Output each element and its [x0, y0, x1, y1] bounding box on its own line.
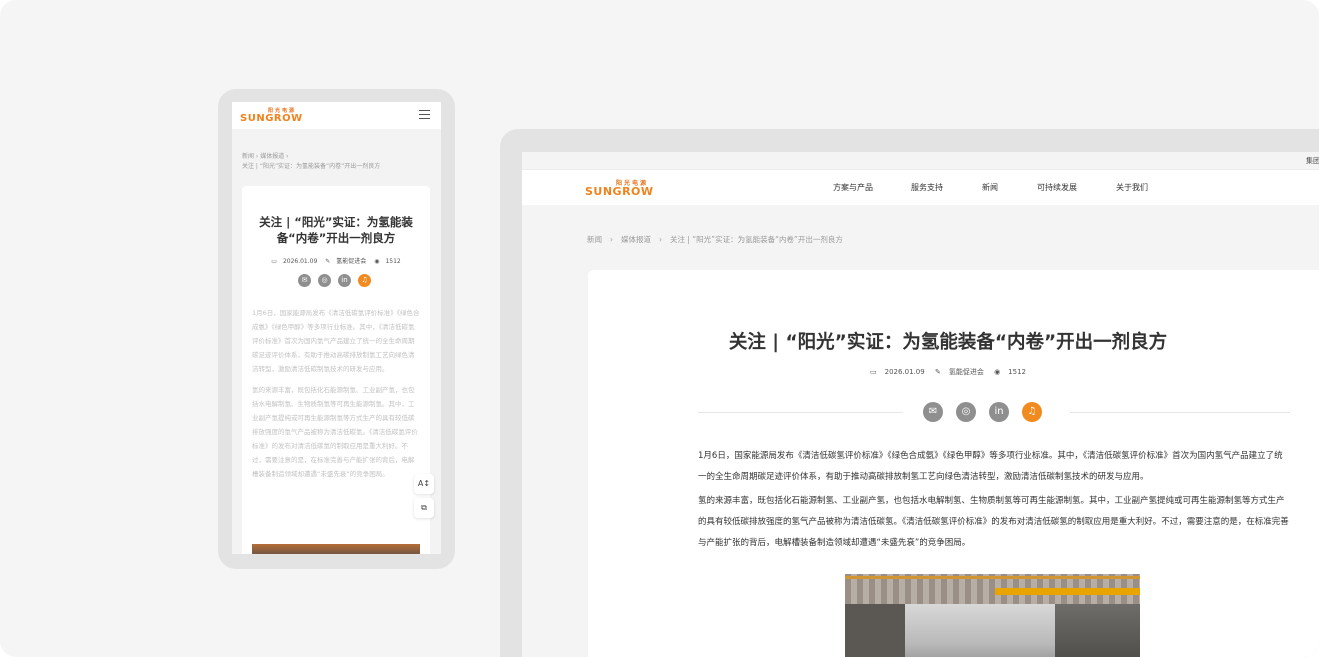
nav-news[interactable]: 新闻 [982, 182, 998, 193]
mobile-breadcrumb: 新闻 › 媒体报道 › 关注 | “阳光”实证：为氢能装备“内卷”开出一剂良方 [242, 152, 432, 172]
font-size-button[interactable]: A↕ [414, 474, 434, 494]
headphones-icon[interactable]: ♫ [1022, 402, 1042, 422]
eye-icon: ◉ [994, 368, 1001, 376]
linkedin-icon[interactable]: in [989, 402, 1009, 422]
share-divider-right [1070, 412, 1290, 413]
wechat-icon[interactable]: ✉ [923, 402, 943, 422]
share-divider-left [698, 412, 903, 413]
desktop-article-card: 关注 | “阳光”实证：为氢能装备“内卷”开出一剂良方 ▭ 2026.01.09 … [588, 270, 1319, 657]
article-views: 1512 [1008, 368, 1026, 376]
desktop-navbar: 阳光电源 SUNGROW 方案与产品 服务支持 新闻 可持续发展 关于我们 [522, 170, 1319, 205]
mobile-paragraph: 氢的来源丰富，既包括化石能源制氢、工业副产氢，也包括水电解制氢、生物质制氢等可再… [252, 386, 418, 478]
article-title: 关注 | “阳光”实证：为氢能装备“内卷”开出一剂良方 [728, 332, 1168, 353]
article-paragraph: 1月6日，国家能源局发布《清洁低碳氢评价标准》《绿色合成氨》《绿色甲醇》等多项行… [698, 451, 1283, 482]
mobile-breadcrumb-path[interactable]: 新闻 › 媒体报道 › [242, 153, 289, 160]
nav-solutions-products[interactable]: 方案与产品 [833, 182, 873, 193]
phone-screen: 阳光电源 SUNGROW 新闻 › 媒体报道 › 关注 | “阳光”实证：为氢能… [232, 102, 441, 554]
breadcrumb-separator: › [659, 235, 662, 244]
mobile-header: 阳光电源 SUNGROW [232, 102, 441, 129]
calendar-icon: ▭ [870, 368, 877, 376]
breadcrumb-media[interactable]: 媒体报道 [621, 235, 651, 244]
article-date: 2026.01.09 [884, 368, 925, 376]
mobile-share-bar: ✉ ◎ in ♫ [298, 274, 378, 288]
breadcrumb-news[interactable]: 新闻 [587, 235, 602, 244]
eye-icon: ◉ [374, 258, 380, 265]
mobile-article-card: 关注 | “阳光”实证：为氢能装备“内卷”开出一剂良方 ▭ 2026.01.09 … [242, 186, 430, 554]
linkedin-icon[interactable]: in [338, 274, 351, 287]
mobile-breadcrumb-current: 关注 | “阳光”实证：为氢能装备“内卷”开出一剂良方 [242, 163, 381, 170]
sungrow-logo[interactable]: 阳光电源 SUNGROW [240, 107, 310, 125]
article-image-electrolyzer [845, 574, 1140, 657]
hamburger-menu-icon[interactable] [419, 110, 430, 119]
article-body: 1月6日，国家能源局发布《清洁低碳氢评价标准》《绿色合成氨》《绿色甲醇》等多项行… [698, 446, 1290, 557]
desktop-breadcrumb: 新闻 › 媒体报道 › 关注 | “阳光”实证：为氢能装备“内卷”开出一剂良方 [587, 234, 843, 245]
article-paragraph: 氢的来源丰富，既包括化石能源制氢、工业副产氢，也包括水电解制氢、生物质制氢等可再… [698, 496, 1289, 548]
pen-icon: ✎ [934, 368, 941, 376]
mobile-paragraph: 1月6日，国家能源局发布《清洁低碳氢评价标准》《绿色合成氨》《绿色甲醇》等多项行… [252, 309, 420, 373]
showcase-canvas: 阳光电源 SUNGROW 新闻 › 媒体报道 › 关注 | “阳光”实证：为氢能… [0, 0, 1319, 657]
weibo-icon[interactable]: ◎ [956, 402, 976, 422]
nav-sustainability[interactable]: 可持续发展 [1037, 182, 1077, 193]
logo-en-text: SUNGROW [585, 185, 654, 198]
mobile-date: 2026.01.09 [282, 258, 318, 265]
logo-en-text: SUNGROW [240, 113, 303, 124]
share-bar: ✉ ◎ in ♫ [698, 402, 1290, 422]
article-meta: ▭ 2026.01.09 ✎ 氢能促进会 ◉ 1512 [588, 367, 1308, 377]
nav-service-support[interactable]: 服务支持 [911, 182, 943, 193]
desktop-topbar: 集团 [522, 152, 1319, 170]
breadcrumb-separator: › [610, 235, 613, 244]
breadcrumb-current: 关注 | “阳光”实证：为氢能装备“内卷”开出一剂良方 [670, 235, 843, 244]
pen-icon: ✎ [325, 258, 331, 265]
sungrow-logo[interactable]: 阳光电源 SUNGROW [585, 178, 665, 198]
wechat-icon[interactable]: ✉ [298, 274, 311, 287]
article-author: 氢能促进会 [948, 368, 984, 376]
mobile-views: 1512 [385, 258, 401, 265]
mobile-article-meta: ▭ 2026.01.09 ✎ 氢能促进会 ◉ 1512 [242, 256, 430, 265]
copy-button[interactable]: ⧉ [414, 498, 434, 518]
mobile-article-body: 1月6日，国家能源局发布《清洁低碳氢评价标准》《绿色合成氨》《绿色甲醇》等多项行… [252, 306, 420, 488]
group-link[interactable]: 集团 [1306, 156, 1319, 166]
nav-about-us[interactable]: 关于我们 [1116, 182, 1148, 193]
desktop-screen: 集团 阳光电源 SUNGROW 方案与产品 服务支持 新闻 可持续发展 关于我们… [522, 152, 1319, 657]
calendar-icon: ▭ [271, 258, 277, 265]
headphones-icon[interactable]: ♫ [358, 274, 371, 287]
mobile-article-image [252, 544, 420, 554]
mobile-author: 氢能促进会 [336, 258, 367, 265]
mobile-article-title: 关注 | “阳光”实证：为氢能装备“内卷”开出一剂良方 [259, 215, 413, 245]
weibo-icon[interactable]: ◎ [318, 274, 331, 287]
